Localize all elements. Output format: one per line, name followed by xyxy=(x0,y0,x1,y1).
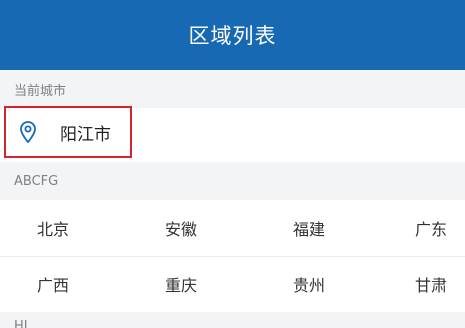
city-item-guizhou[interactable]: 贵州 xyxy=(269,256,349,312)
page-title: 区域列表 xyxy=(188,24,277,48)
city-item-fujian[interactable]: 福建 xyxy=(269,200,349,256)
city-grid: 北京 安徽 福建 广东 广西 重庆 贵州 甘肃 xyxy=(0,200,465,312)
city-item-chongqing[interactable]: 重庆 xyxy=(141,256,221,312)
current-city-item[interactable]: 阳江市 xyxy=(4,106,132,158)
city-item-beijing[interactable]: 北京 xyxy=(13,200,93,256)
city-item-gansu[interactable]: 甘肃 xyxy=(397,256,465,312)
next-group-section-label: HJ xyxy=(14,319,28,328)
group-section-label: ABCFG xyxy=(14,174,59,189)
city-item-guangxi[interactable]: 广西 xyxy=(13,256,93,312)
current-city-name: 阳江市 xyxy=(60,124,111,145)
next-section-header: HJ xyxy=(0,312,465,328)
city-grid-row: 北京 安徽 福建 广东 xyxy=(0,200,465,257)
current-city-section-label: 当前城市 xyxy=(14,84,67,99)
city-item-anhui[interactable]: 安徽 xyxy=(141,200,221,256)
header-bar: 区域列表 xyxy=(0,0,465,70)
location-pin-icon xyxy=(18,120,38,144)
city-item-guangdong[interactable]: 广东 xyxy=(397,200,465,256)
city-grid-row: 广西 重庆 贵州 甘肃 xyxy=(0,256,465,312)
